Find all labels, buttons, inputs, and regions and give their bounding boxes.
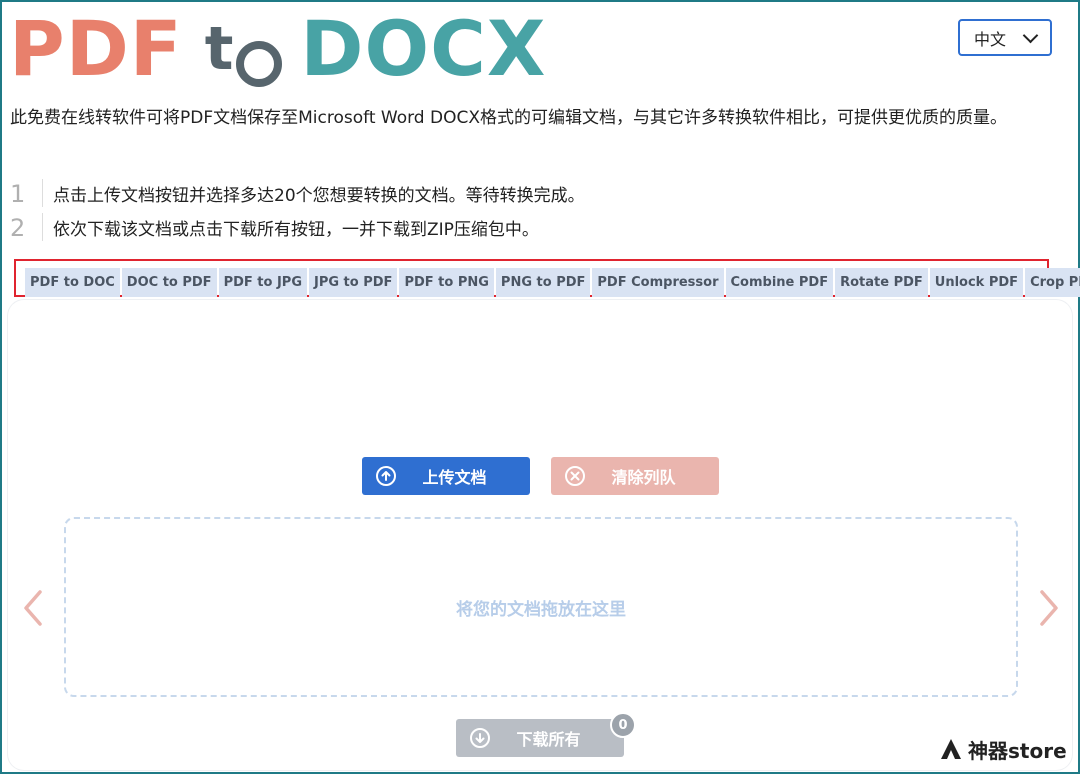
tool-tab-png-to-pdf[interactable]: PNG to PDF	[495, 268, 591, 297]
steps-list: 1 点击上传文档按钮并选择多达20个您想要转换的文档。等待转换完成。 2 依次下…	[10, 176, 585, 244]
clear-queue-button-label: 清除列队	[611, 468, 676, 487]
dropzone-text: 将您的文档拖放在这里	[456, 599, 626, 620]
clear-queue-button[interactable]: 清除列队	[551, 457, 719, 495]
tool-tab-crop-pdf[interactable]: Crop PDF	[1025, 268, 1080, 297]
watermark-logo-icon	[941, 738, 961, 759]
tool-tab-pdf-to-png[interactable]: PDF to PNG	[399, 268, 494, 297]
upload-icon	[376, 466, 396, 486]
download-all-button[interactable]: 下载所有	[456, 719, 624, 757]
logo-text-pdf: PDF	[9, 4, 183, 93]
logo-text-to: t	[205, 14, 283, 87]
tool-tab-doc-to-pdf[interactable]: DOC to PDF	[121, 268, 217, 297]
download-all-button-label: 下载所有	[516, 730, 581, 749]
description-text: 此免费在线转软件可将PDF文档保存至Microsoft Word DOCX格式的…	[10, 108, 1007, 128]
language-select-value: 中文	[974, 29, 1007, 49]
queue-count-badge: 0	[610, 712, 636, 738]
watermark-text: 神器store	[968, 739, 1067, 763]
tool-tab-pdf-to-doc[interactable]: PDF to DOC	[25, 268, 120, 297]
step-item: 2 依次下载该文档或点击下载所有按钮，一并下载到ZIP压缩包中。	[10, 210, 585, 244]
step-number: 2	[10, 213, 43, 242]
step-item: 1 点击上传文档按钮并选择多达20个您想要转换的文档。等待转换完成。	[10, 176, 585, 210]
tool-tab-pdf-to-jpg[interactable]: PDF to JPG	[218, 268, 307, 297]
step-text: 依次下载该文档或点击下载所有按钮，一并下载到ZIP压缩包中。	[53, 219, 539, 240]
clear-icon	[565, 466, 585, 486]
step-text: 点击上传文档按钮并选择多达20个您想要转换的文档。等待转换完成。	[53, 185, 585, 206]
tool-tab-jpg-to-pdf[interactable]: JPG to PDF	[309, 268, 398, 297]
tool-tab-unlock-pdf[interactable]: Unlock PDF	[929, 268, 1024, 297]
logo[interactable]: PDF t DOCX	[9, 4, 547, 93]
chevron-right-icon[interactable]	[1034, 588, 1064, 628]
step-number: 1	[10, 179, 43, 208]
logo-arrow-icon	[236, 32, 283, 87]
language-select[interactable]: 中文	[958, 19, 1052, 56]
file-dropzone[interactable]: 将您的文档拖放在这里	[64, 517, 1018, 697]
upload-button-label: 上传文档	[422, 468, 487, 487]
tools-nav-highlight: PDF to DOC DOC to PDF PDF to JPG JPG to …	[14, 259, 1080, 297]
tool-tab-rotate-pdf[interactable]: Rotate PDF	[835, 268, 928, 297]
watermark: 神器store	[938, 735, 1067, 764]
tool-tab-pdf-compressor[interactable]: PDF Compressor	[592, 268, 724, 297]
chevron-down-icon	[1022, 27, 1039, 44]
tool-tab-combine-pdf[interactable]: Combine PDF	[725, 268, 834, 297]
download-icon	[470, 728, 490, 748]
logo-text-docx: DOCX	[300, 4, 547, 93]
upload-button[interactable]: 上传文档	[362, 457, 530, 495]
chevron-left-icon[interactable]	[18, 588, 48, 628]
tools-nav: PDF to DOC DOC to PDF PDF to JPG JPG to …	[25, 268, 1080, 297]
